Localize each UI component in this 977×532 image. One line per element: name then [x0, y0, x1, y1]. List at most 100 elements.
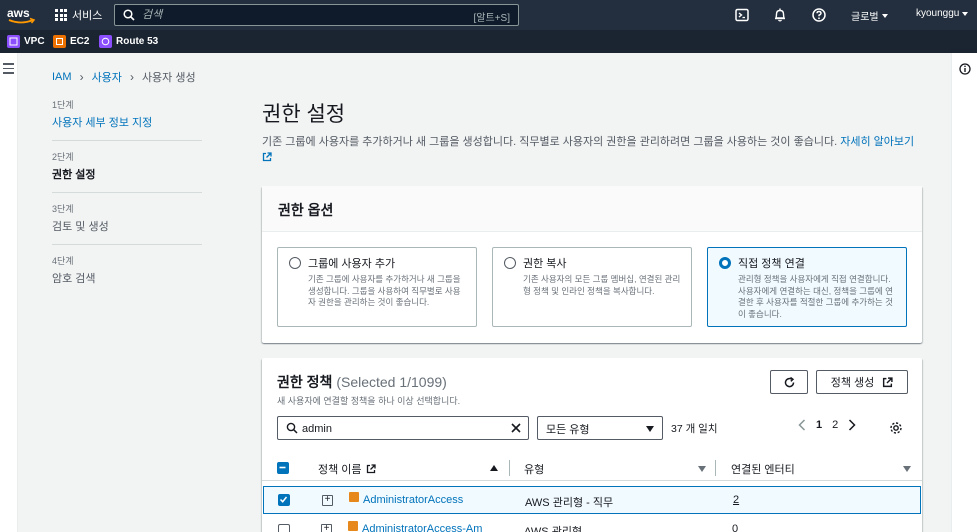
sort-ascending-icon[interactable]: [490, 465, 498, 471]
page-description: 기존 그룹에 사용자를 추가하거나 새 그룹을 생성합니다. 직무별로 사용자의…: [262, 134, 924, 168]
search-icon: [123, 9, 135, 21]
policy-type: AWS 관리형 - 직무: [525, 497, 614, 509]
option-add-to-group[interactable]: 그룹에 사용자 추가 기존 그룹에 사용자를 추가하거나 새 그룹을 생성합니다…: [277, 247, 477, 327]
expand-icon[interactable]: +: [322, 495, 333, 506]
step-number: 1단계: [52, 100, 74, 110]
aws-managed-policy-icon: [348, 521, 358, 531]
step-link-user-details[interactable]: 사용자 세부 정보 지정: [52, 114, 202, 130]
refresh-icon: [784, 376, 794, 387]
notifications-bell-icon[interactable]: [772, 7, 788, 23]
favorites-bar: VPC EC2 Route 53: [0, 30, 977, 53]
policies-subtitle: 새 사용자에 연결할 정책을 하나 이상 선택합니다.: [277, 396, 461, 406]
menu-icon[interactable]: [3, 63, 14, 77]
column-header-attached-entities[interactable]: 연결된 엔터티: [731, 461, 795, 477]
radio-button[interactable]: [504, 257, 516, 269]
search-input[interactable]: [142, 7, 442, 23]
step-label-set-permissions: 권한 설정: [52, 169, 96, 181]
caret-down-icon: [881, 13, 888, 18]
policy-filter[interactable]: [277, 416, 529, 440]
favorite-label: Route 53: [116, 36, 159, 47]
permission-options-title: 권한 옵션: [278, 202, 334, 218]
external-link-icon: [883, 376, 893, 387]
external-link-icon: [366, 464, 376, 474]
create-policy-button[interactable]: 정책 생성: [816, 370, 908, 394]
favorite-vpc[interactable]: VPC: [7, 35, 45, 48]
option-description: 기존 사용자의 모든 그룹 멤버십, 연결된 관리형 정책 및 인라인 정책을 …: [523, 274, 681, 296]
page-title: 권한 설정: [262, 103, 346, 126]
side-navigation-rail: [0, 53, 18, 532]
row-checkbox[interactable]: [278, 494, 290, 506]
favorite-label: VPC: [24, 36, 45, 47]
option-title: 그룹에 사용자 추가: [308, 258, 396, 270]
clear-icon[interactable]: [510, 422, 522, 434]
column-divider: [509, 460, 510, 476]
column-header-type[interactable]: 유형: [524, 461, 544, 477]
page-2[interactable]: 2: [832, 419, 838, 431]
account-menu[interactable]: kyounggu: [916, 8, 969, 19]
option-attach-policies-directly[interactable]: 직접 정책 연결 관리형 정책을 사용자에게 직접 연결합니다. 사용자에게 연…: [707, 247, 907, 327]
sort-icon[interactable]: [903, 466, 911, 472]
region-label: 글로벌: [851, 12, 879, 23]
favorite-route53[interactable]: Route 53: [99, 35, 158, 48]
external-link-icon: [262, 152, 272, 162]
match-count: 37 개 일치: [671, 423, 718, 435]
chevron-right-icon[interactable]: [848, 419, 856, 431]
help-icon[interactable]: [811, 7, 827, 23]
permission-options-panel: 권한 옵션 그룹에 사용자 추가 기존 그룹에 사용자를 추가하거나 새 그룹을…: [262, 186, 922, 343]
search-shortcut-hint: [알트+S]: [473, 13, 510, 24]
policy-name-link[interactable]: AdministratorAccess-Am: [362, 523, 482, 532]
gear-icon[interactable]: [889, 421, 903, 435]
attached-entities-count: 0: [732, 523, 739, 532]
info-icon[interactable]: [959, 63, 971, 75]
step-label-retrieve-password: 암호 검색: [52, 273, 96, 285]
policy-filter-input[interactable]: [302, 421, 502, 436]
create-policy-label: 정책 생성: [830, 377, 875, 389]
route53-icon: [99, 35, 112, 48]
favorite-label: EC2: [70, 36, 90, 47]
step-number: 4단계: [52, 256, 74, 266]
radio-button-selected[interactable]: [719, 257, 731, 269]
chevron-right-icon: ›: [79, 70, 84, 84]
policy-name-link[interactable]: AdministratorAccess: [363, 494, 463, 506]
column-label: 유형: [524, 464, 545, 476]
column-divider: [715, 460, 716, 476]
vpc-icon: [7, 35, 20, 48]
select-all-checkbox[interactable]: [277, 462, 289, 474]
option-description: 기존 그룹에 사용자를 추가하거나 새 그룹을 생성합니다. 그룹을 사용하여 …: [308, 274, 461, 307]
caret-down-icon: [646, 426, 654, 432]
help-panel-rail: [951, 53, 977, 532]
favorite-ec2[interactable]: EC2: [53, 35, 89, 48]
table-row[interactable]: + AdministratorAccess-Am AWS 관리형 0: [263, 516, 921, 532]
breadcrumb-users[interactable]: 사용자: [92, 69, 122, 85]
refresh-button[interactable]: [770, 370, 808, 394]
row-checkbox[interactable]: [278, 524, 290, 532]
aws-logo-text: aws: [7, 6, 30, 20]
ec2-icon: [53, 35, 66, 48]
permission-policies-panel: 권한 정책 (Selected 1/1099) 새 사용자에 연결할 정책을 하…: [262, 358, 922, 532]
option-copy-permissions[interactable]: 권한 복사 기존 사용자의 모든 그룹 멤버십, 연결된 관리형 정책 및 인라…: [492, 247, 692, 327]
services-menu-button[interactable]: 서비스: [55, 7, 102, 23]
page-description-text: 기존 그룹에 사용자를 추가하거나 새 그룹을 생성합니다. 직무별로 사용자의…: [262, 136, 838, 148]
search-icon: [286, 422, 298, 434]
breadcrumb: IAM › 사용자 › 사용자 생성: [52, 69, 196, 85]
option-title: 권한 복사: [523, 258, 567, 270]
aws-logo[interactable]: aws: [6, 4, 38, 26]
breadcrumb-iam[interactable]: IAM: [52, 71, 72, 83]
step-number: 3단계: [52, 204, 74, 214]
column-label: 정책 이름: [318, 464, 362, 476]
table-row[interactable]: + AdministratorAccess AWS 관리형 - 직무 2: [263, 486, 921, 514]
global-search[interactable]: [알트+S]: [114, 4, 519, 26]
sort-icon[interactable]: [698, 466, 706, 472]
policy-type-select[interactable]: 모든 유형: [537, 416, 663, 440]
chevron-left-icon[interactable]: [798, 419, 806, 431]
attached-entities-count[interactable]: 2: [733, 494, 739, 506]
wizard-step-1: 1단계 사용자 세부 정보 지정: [52, 98, 202, 141]
page-1[interactable]: 1: [816, 419, 822, 431]
radio-button[interactable]: [289, 257, 301, 269]
region-selector[interactable]: 글로벌: [851, 8, 888, 23]
column-header-policy-name[interactable]: 정책 이름: [318, 461, 376, 477]
expand-icon[interactable]: +: [321, 524, 332, 532]
cloudshell-icon[interactable]: [734, 7, 750, 23]
policies-title-text: 권한 정책: [277, 374, 333, 390]
breadcrumb-create-user: 사용자 생성: [141, 72, 196, 84]
